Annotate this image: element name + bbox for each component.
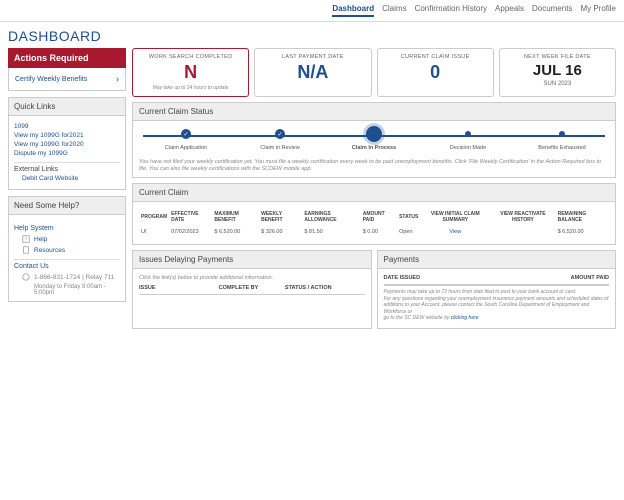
quick-links-panel: Quick Links 1099 View my 1099G for2021 V… xyxy=(8,97,126,190)
quicklink-1099g-2020[interactable]: View my 1099G for2020 xyxy=(14,141,120,148)
step-application-icon xyxy=(181,129,191,139)
document-icon xyxy=(22,246,30,254)
nav-my-profile[interactable]: My Profile xyxy=(580,4,616,17)
claim-status-note: You have not filed your weekly certifica… xyxy=(133,155,615,177)
stat-work-search: WORK SEARCH COMPLETED N May take up to 2… xyxy=(132,48,249,97)
help-link-resources[interactable]: Resources xyxy=(22,246,120,254)
nav-appeals[interactable]: Appeals xyxy=(495,4,524,17)
payments-header: Payments xyxy=(378,251,616,269)
top-nav: Dashboard Claims Confirmation History Ap… xyxy=(0,0,624,22)
issues-section: Issues Delaying Payments Click the link(… xyxy=(132,250,372,329)
issues-columns: ISSUE COMPLETE BY STATUS / ACTION xyxy=(139,285,365,295)
nav-claims[interactable]: Claims xyxy=(382,4,406,17)
claim-status-section: Current Claim Status Claim Application C… xyxy=(132,102,616,178)
quicklink-dispute-1099g[interactable]: Dispute my 1099G xyxy=(14,150,120,157)
current-claim-header: Current Claim xyxy=(133,184,615,202)
issues-note: Click the link(s) below to provide addit… xyxy=(139,275,365,281)
actions-required-header: Actions Required xyxy=(8,48,126,68)
action-item-label: Certify Weekly Benefits xyxy=(15,76,87,83)
quick-links-header: Quick Links xyxy=(9,98,125,116)
quicklink-1099g-2021[interactable]: View my 1099G for2021 xyxy=(14,132,120,139)
question-icon: ? xyxy=(22,235,30,243)
payments-columns: DATE ISSUED AMOUNT PAID xyxy=(384,275,610,285)
contact-us-header: Contact Us xyxy=(14,259,120,270)
view-claim-summary-link[interactable]: View xyxy=(449,229,461,235)
external-link-debit-card[interactable]: Debit Card Website xyxy=(22,175,120,182)
nav-confirmation-history[interactable]: Confirmation History xyxy=(415,4,487,17)
sc-dew-link[interactable]: clicking here xyxy=(451,315,479,321)
payments-footnote: Payments may take up to 72 hours from da… xyxy=(384,285,610,322)
svg-text:?: ? xyxy=(25,237,28,243)
chevron-right-icon: › xyxy=(116,74,119,84)
help-link-help[interactable]: ? Help xyxy=(22,235,120,243)
step-review-icon xyxy=(275,129,285,139)
stat-next-file-date: NEXT WEEK FILE DATE JUL 16 SUN 2023 xyxy=(499,48,616,97)
help-panel: Need Some Help? Help System ? Help Resou… xyxy=(8,196,126,302)
contact-phone: 1-866-831-1724 | Relay 711 xyxy=(22,273,120,281)
stat-last-payment: LAST PAYMENT DATE N/A xyxy=(254,48,371,97)
step-in-process-icon xyxy=(366,126,382,142)
contact-hours: Monday to Friday 8:00am - 5:00pm xyxy=(22,284,120,296)
quicklink-1099[interactable]: 1099 xyxy=(14,123,120,130)
claim-status-header: Current Claim Status xyxy=(133,103,615,121)
stat-claim-issue: CURRENT CLAIM ISSUE 0 xyxy=(377,48,494,97)
current-claim-table: PROGRAM EFFECTIVE DATE MAXIMUM BENEFIT W… xyxy=(139,208,609,238)
step-exhausted-icon xyxy=(559,131,565,137)
help-header: Need Some Help? xyxy=(9,197,125,215)
phone-icon xyxy=(22,273,30,281)
payments-section: Payments DATE ISSUED AMOUNT PAID Payment… xyxy=(377,250,617,329)
external-links-header: External Links xyxy=(14,162,120,173)
action-certify-weekly-benefits[interactable]: Certify Weekly Benefits › xyxy=(8,68,126,91)
stat-cards: WORK SEARCH COMPLETED N May take up to 2… xyxy=(132,48,616,97)
table-row: UI 07/02/2023 $ 6,520.00 $ 326.00 $ 81.5… xyxy=(139,226,609,238)
nav-dashboard[interactable]: Dashboard xyxy=(332,4,374,17)
claim-progress: Claim Application Claim in Review Claim … xyxy=(133,121,615,155)
nav-documents[interactable]: Documents xyxy=(532,4,572,17)
step-decision-icon xyxy=(465,131,471,137)
page-title: DASHBOARD xyxy=(0,22,624,44)
issues-header: Issues Delaying Payments xyxy=(133,251,371,269)
current-claim-section: Current Claim PROGRAM EFFECTIVE DATE MAX… xyxy=(132,183,616,245)
help-system-header: Help System xyxy=(14,225,120,232)
